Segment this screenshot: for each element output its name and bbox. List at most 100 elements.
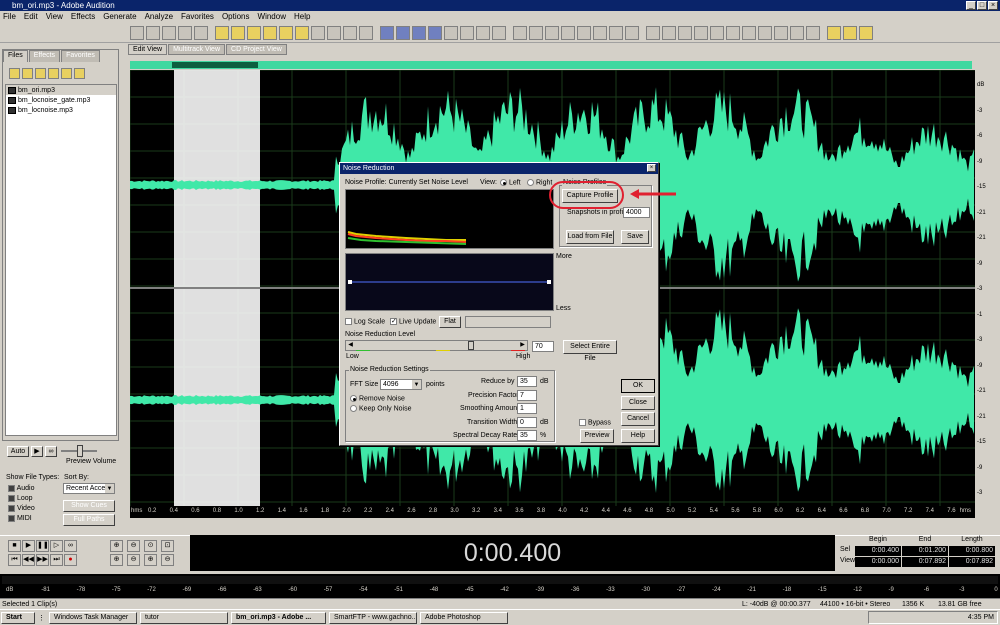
maximize-button[interactable]: □ (977, 1, 987, 10)
taskbar-item[interactable]: Windows Task Manager (49, 611, 137, 624)
spectral-decay-input[interactable]: 35 (517, 430, 537, 441)
toolbar-tool-icon[interactable] (758, 25, 772, 40)
play-file-icon[interactable] (48, 68, 59, 79)
toolbar-tool-icon[interactable] (412, 25, 426, 40)
auto-play-button[interactable]: Auto (7, 445, 29, 457)
preview-volume-slider[interactable] (59, 444, 99, 458)
toolbar-tool-icon[interactable] (859, 25, 873, 40)
toolbar-tool-icon[interactable] (492, 25, 506, 40)
toolbar-tool-icon[interactable] (247, 25, 261, 40)
record-icon[interactable]: ● (64, 554, 77, 566)
menu-help[interactable]: Help (294, 11, 310, 22)
ok-button[interactable]: OK (621, 379, 655, 393)
view-begin-value[interactable]: 0:00.000 (855, 557, 901, 567)
toolbar-tool-icon[interactable] (428, 25, 442, 40)
toolbar-tool-icon[interactable] (609, 25, 623, 40)
zoom-out-icon[interactable]: ⊖ (127, 540, 140, 552)
rewind-icon[interactable]: ◀◀ (22, 554, 35, 566)
nr-level-input[interactable]: 70 (532, 341, 554, 352)
toolbar-tool-icon[interactable] (343, 25, 357, 40)
play-icon[interactable]: ▶ (22, 540, 35, 552)
panel-tab-files[interactable]: Files (3, 50, 28, 62)
toolbar-tool-icon[interactable] (529, 25, 543, 40)
play-preview-button[interactable]: ▶ (31, 445, 43, 457)
help-button[interactable]: Help (621, 429, 655, 443)
log-scale-checkbox[interactable]: Log Scale (345, 318, 385, 325)
open-file-icon[interactable] (22, 68, 33, 79)
toolbar-tool-icon[interactable] (513, 25, 527, 40)
toolbar-tool-icon[interactable] (843, 25, 857, 40)
close-file-icon[interactable] (35, 68, 46, 79)
reduce-by-input[interactable]: 35 (517, 376, 537, 387)
menu-analyze[interactable]: Analyze (145, 11, 173, 22)
view-tab-0[interactable]: Edit View (128, 44, 168, 55)
panel-tab-favorites[interactable]: Favorites (61, 50, 100, 62)
sel-begin-value[interactable]: 0:00.400 (855, 546, 901, 556)
view-length-value[interactable]: 0:07.892 (949, 557, 995, 567)
nr-level-thumb[interactable] (468, 341, 474, 350)
toolbar-tool-icon[interactable] (359, 25, 373, 40)
toolbar-tool-icon[interactable] (327, 25, 341, 40)
zoom-in-vertical-icon[interactable]: ⊕ (144, 554, 157, 566)
toolbar-tool-icon[interactable] (774, 25, 788, 40)
file-list-item[interactable]: bm_ori.mp3 (6, 85, 116, 95)
toolbar-tool-icon[interactable] (662, 25, 676, 40)
view-left-radio[interactable]: Left (500, 179, 521, 186)
flat-button[interactable]: Flat (439, 316, 461, 328)
overview-visible-range[interactable] (172, 62, 258, 68)
toolbar-tool-icon[interactable] (380, 25, 394, 40)
insert-file-icon[interactable] (74, 68, 85, 79)
zoom-out-vertical-icon[interactable]: ⊖ (161, 554, 174, 566)
import-file-icon[interactable] (9, 68, 20, 79)
toolbar-tool-icon[interactable] (545, 25, 559, 40)
noise-reduction-curve-graph[interactable] (345, 253, 554, 311)
file-type-midi-checkbox[interactable]: MIDI (8, 514, 35, 524)
zoom-right-icon[interactable]: ⊖ (127, 554, 140, 566)
toolbar-tool-icon[interactable] (194, 25, 208, 40)
edit-file-icon[interactable] (61, 68, 72, 79)
toolbar-tool-icon[interactable] (311, 25, 325, 40)
start-button[interactable]: Start (1, 611, 35, 624)
taskbar-item[interactable]: bm_ori.mp3 - Adobe ... (231, 611, 326, 624)
view-right-radio[interactable]: Right (527, 179, 552, 186)
toolbar-tool-icon[interactable] (710, 25, 724, 40)
minimize-button[interactable]: _ (966, 1, 976, 10)
toolbar-tool-icon[interactable] (806, 25, 820, 40)
pause-icon[interactable]: ❚❚ (36, 540, 49, 552)
zoom-in-icon[interactable]: ⊕ (110, 540, 123, 552)
toolbar-tool-icon[interactable] (279, 25, 293, 40)
preview-button[interactable]: Preview (580, 429, 614, 443)
toolbar-tool-icon[interactable] (396, 25, 410, 40)
menu-file[interactable]: File (3, 11, 16, 22)
panel-tab-effects[interactable]: Effects (28, 50, 61, 62)
cancel-button[interactable]: Cancel (621, 412, 655, 426)
menu-edit[interactable]: Edit (24, 11, 38, 22)
toolbar-tool-icon[interactable] (678, 25, 692, 40)
nr-level-slider[interactable]: ◀ ▶ (345, 340, 528, 351)
view-tab-2[interactable]: CD Project View (226, 44, 287, 55)
fft-size-select[interactable]: 4096 ▼ (380, 379, 422, 390)
toolbar-tool-icon[interactable] (561, 25, 575, 40)
toolbar-tool-icon[interactable] (295, 25, 309, 40)
zoom-left-icon[interactable]: ⊕ (110, 554, 123, 566)
fast-forward-icon[interactable]: ▶▶ (36, 554, 49, 566)
toolbar-tool-icon[interactable] (827, 25, 841, 40)
toolbar-tool-icon[interactable] (790, 25, 804, 40)
zoom-full-icon[interactable]: ⊙ (144, 540, 157, 552)
keep-only-noise-radio[interactable]: Keep Only Noise (350, 405, 411, 412)
menu-window[interactable]: Window (258, 11, 286, 22)
menu-favorites[interactable]: Favorites (181, 11, 214, 22)
toolbar-tool-icon[interactable] (742, 25, 756, 40)
sel-end-value[interactable]: 0:01.200 (902, 546, 948, 556)
bypass-checkbox[interactable]: Bypass (579, 419, 611, 426)
toolbar-tool-icon[interactable] (130, 25, 144, 40)
file-type-video-checkbox[interactable]: Video (8, 504, 35, 514)
play-to-end-icon[interactable]: ▷ (50, 540, 63, 552)
menu-options[interactable]: Options (222, 11, 250, 22)
file-type-audio-checkbox[interactable]: Audio (8, 484, 35, 494)
go-to-end-icon[interactable]: ⏭ (50, 554, 63, 566)
toolbar-tool-icon[interactable] (178, 25, 192, 40)
menu-effects[interactable]: Effects (71, 11, 95, 22)
file-type-loop-checkbox[interactable]: Loop (8, 494, 35, 504)
taskbar-item[interactable]: SmartFTP - www.gachno... (329, 611, 417, 624)
